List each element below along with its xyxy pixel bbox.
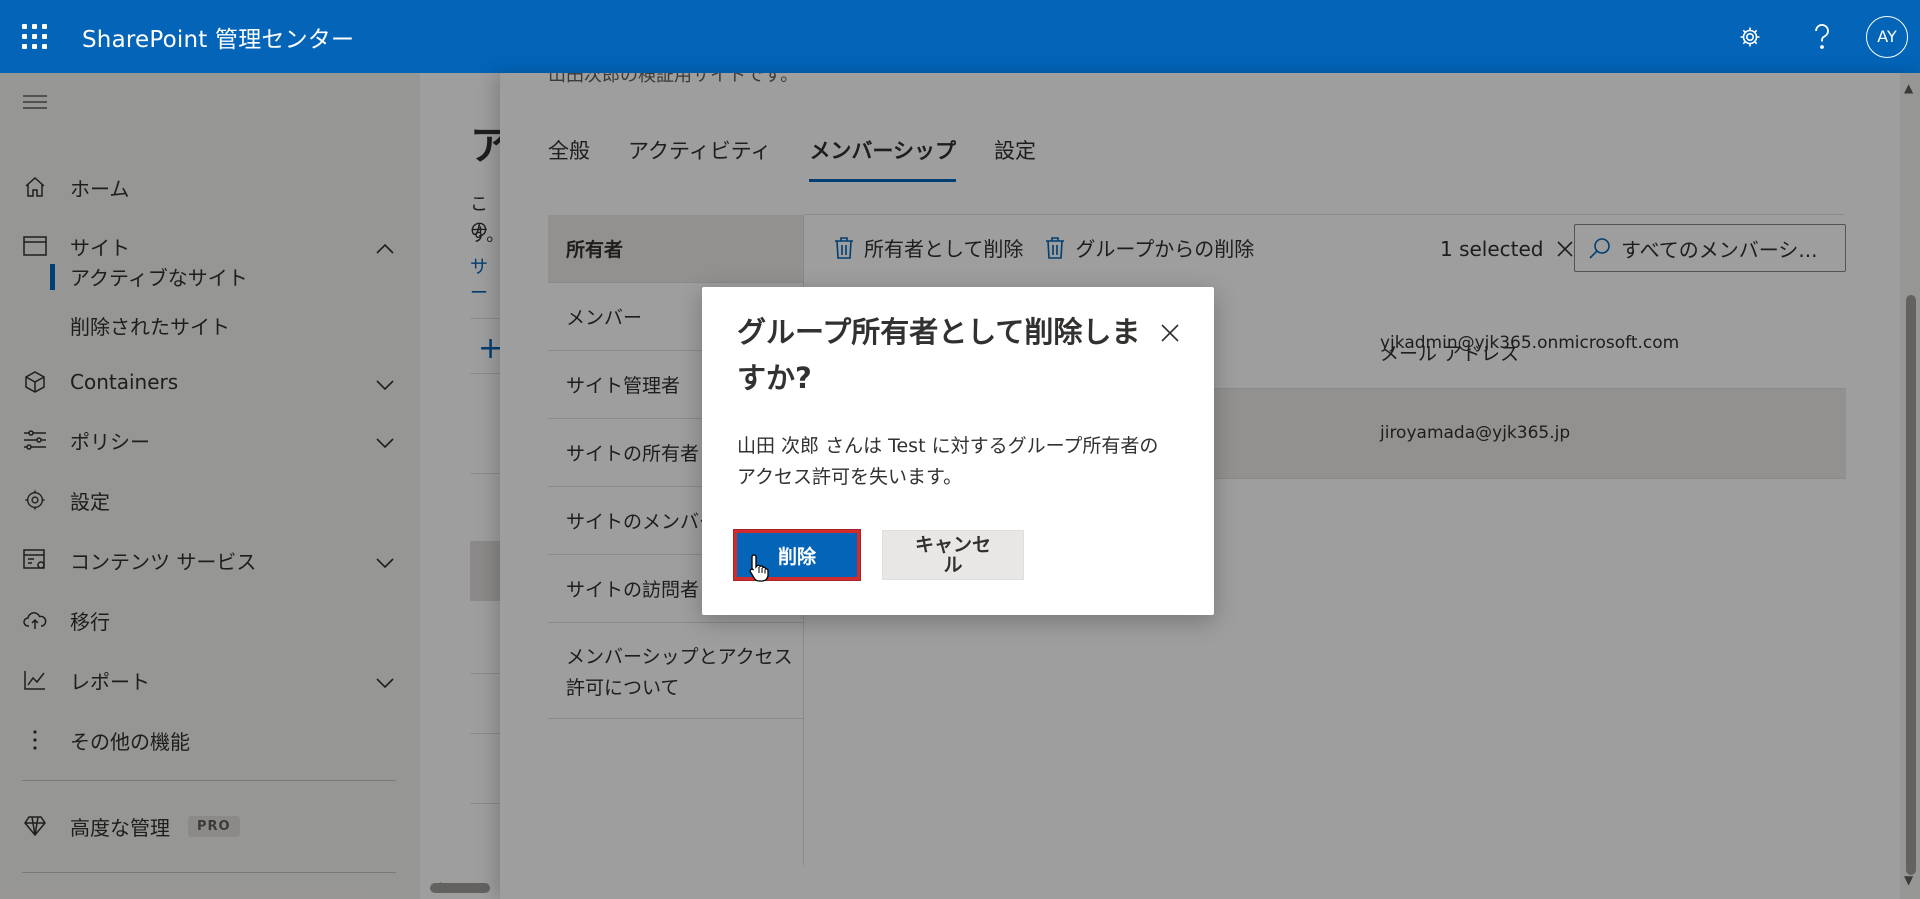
hand-cursor-icon bbox=[749, 554, 769, 582]
waffle-icon bbox=[21, 24, 47, 49]
app-title[interactable]: SharePoint 管理センター bbox=[82, 20, 354, 54]
app-launcher-button[interactable] bbox=[0, 0, 68, 73]
cancel-button[interactable]: キャンセル bbox=[882, 530, 1024, 580]
dialog-close-button[interactable] bbox=[1156, 319, 1184, 347]
help-button[interactable] bbox=[1786, 0, 1858, 73]
dialog-title: グループ所有者として削除しますか? bbox=[737, 315, 1141, 395]
help-icon bbox=[1815, 23, 1829, 49]
user-avatar[interactable]: AY bbox=[1866, 15, 1908, 58]
gear-icon bbox=[1740, 27, 1760, 46]
top-bar: SharePoint 管理センター AY bbox=[0, 0, 1920, 73]
settings-button[interactable] bbox=[1714, 0, 1786, 73]
confirm-remove-dialog: グループ所有者として削除しますか? 山田 次郎 さんは Test に対するグルー… bbox=[702, 287, 1214, 615]
dialog-message: 山田 次郎 さんは Test に対するグループ所有者のアクセス許可を失います。 bbox=[737, 435, 1159, 488]
close-icon bbox=[1161, 324, 1179, 342]
